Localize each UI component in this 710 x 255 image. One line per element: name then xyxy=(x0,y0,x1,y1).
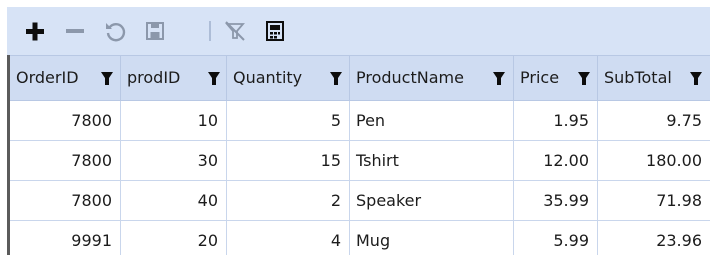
cell-price[interactable]: 35.99 xyxy=(514,181,598,220)
cell-quantity[interactable]: 2 xyxy=(227,181,350,220)
cell-prodid[interactable]: 30 xyxy=(121,141,227,180)
table-row[interactable]: 7800 30 15 Tshirt 12.00 180.00 xyxy=(10,141,710,181)
column-header-price[interactable]: Price xyxy=(514,56,598,100)
cell-price[interactable]: 12.00 xyxy=(514,141,598,180)
cell-orderid[interactable]: 7800 xyxy=(10,141,121,180)
cell-orderid[interactable]: 7800 xyxy=(10,101,121,140)
cell-subtotal[interactable]: 71.98 xyxy=(598,181,710,220)
grid-left-border xyxy=(7,55,10,255)
cell-quantity[interactable]: 15 xyxy=(227,141,350,180)
column-header-label: prodID xyxy=(127,68,181,87)
remove-icon[interactable] xyxy=(63,19,87,43)
data-grid: OrderID prodID Quantity ProductName Pric… xyxy=(7,55,710,255)
cell-productname[interactable]: Mug xyxy=(350,221,514,255)
grid-toolbar xyxy=(7,7,710,55)
column-header-label: Quantity xyxy=(233,68,303,87)
filter-icon[interactable] xyxy=(493,69,505,87)
save-icon[interactable] xyxy=(143,19,167,43)
column-header-label: SubTotal xyxy=(604,68,672,87)
cell-prodid[interactable]: 40 xyxy=(121,181,227,220)
table-row[interactable]: 7800 40 2 Speaker 35.99 71.98 xyxy=(10,181,710,221)
filter-icon[interactable] xyxy=(578,69,590,87)
column-header-prodid[interactable]: prodID xyxy=(121,56,227,100)
grid-header: OrderID prodID Quantity ProductName Pric… xyxy=(10,55,710,101)
table-row[interactable]: 7800 10 5 Pen 1.95 9.75 xyxy=(10,101,710,141)
no-filter-icon[interactable] xyxy=(223,19,247,43)
refresh-icon[interactable] xyxy=(103,19,127,43)
cell-productname[interactable]: Tshirt xyxy=(350,141,514,180)
column-header-label: Price xyxy=(520,68,560,87)
cell-productname[interactable]: Speaker xyxy=(350,181,514,220)
add-icon[interactable] xyxy=(23,19,47,43)
cell-subtotal[interactable]: 9.75 xyxy=(598,101,710,140)
filter-icon[interactable] xyxy=(101,69,113,87)
cell-quantity[interactable]: 5 xyxy=(227,101,350,140)
column-header-label: ProductName xyxy=(356,68,464,87)
cell-prodid[interactable]: 20 xyxy=(121,221,227,255)
column-header-subtotal[interactable]: SubTotal xyxy=(598,56,710,100)
table-row[interactable]: 9991 20 4 Mug 5.99 23.96 xyxy=(10,221,710,255)
cell-orderid[interactable]: 7800 xyxy=(10,181,121,220)
toolbar-separator xyxy=(209,21,211,41)
cell-price[interactable]: 5.99 xyxy=(514,221,598,255)
cell-price[interactable]: 1.95 xyxy=(514,101,598,140)
column-header-orderid[interactable]: OrderID xyxy=(10,56,121,100)
cell-productname[interactable]: Pen xyxy=(350,101,514,140)
cell-subtotal[interactable]: 23.96 xyxy=(598,221,710,255)
filter-icon[interactable] xyxy=(690,69,702,87)
cell-subtotal[interactable]: 180.00 xyxy=(598,141,710,180)
filter-icon[interactable] xyxy=(208,69,220,87)
column-header-label: OrderID xyxy=(16,68,79,87)
cell-quantity[interactable]: 4 xyxy=(227,221,350,255)
cell-prodid[interactable]: 10 xyxy=(121,101,227,140)
export-icon[interactable] xyxy=(263,19,287,43)
column-header-quantity[interactable]: Quantity xyxy=(227,56,350,100)
column-header-productname[interactable]: ProductName xyxy=(350,56,514,100)
filter-icon[interactable] xyxy=(330,69,342,87)
cell-orderid[interactable]: 9991 xyxy=(10,221,121,255)
